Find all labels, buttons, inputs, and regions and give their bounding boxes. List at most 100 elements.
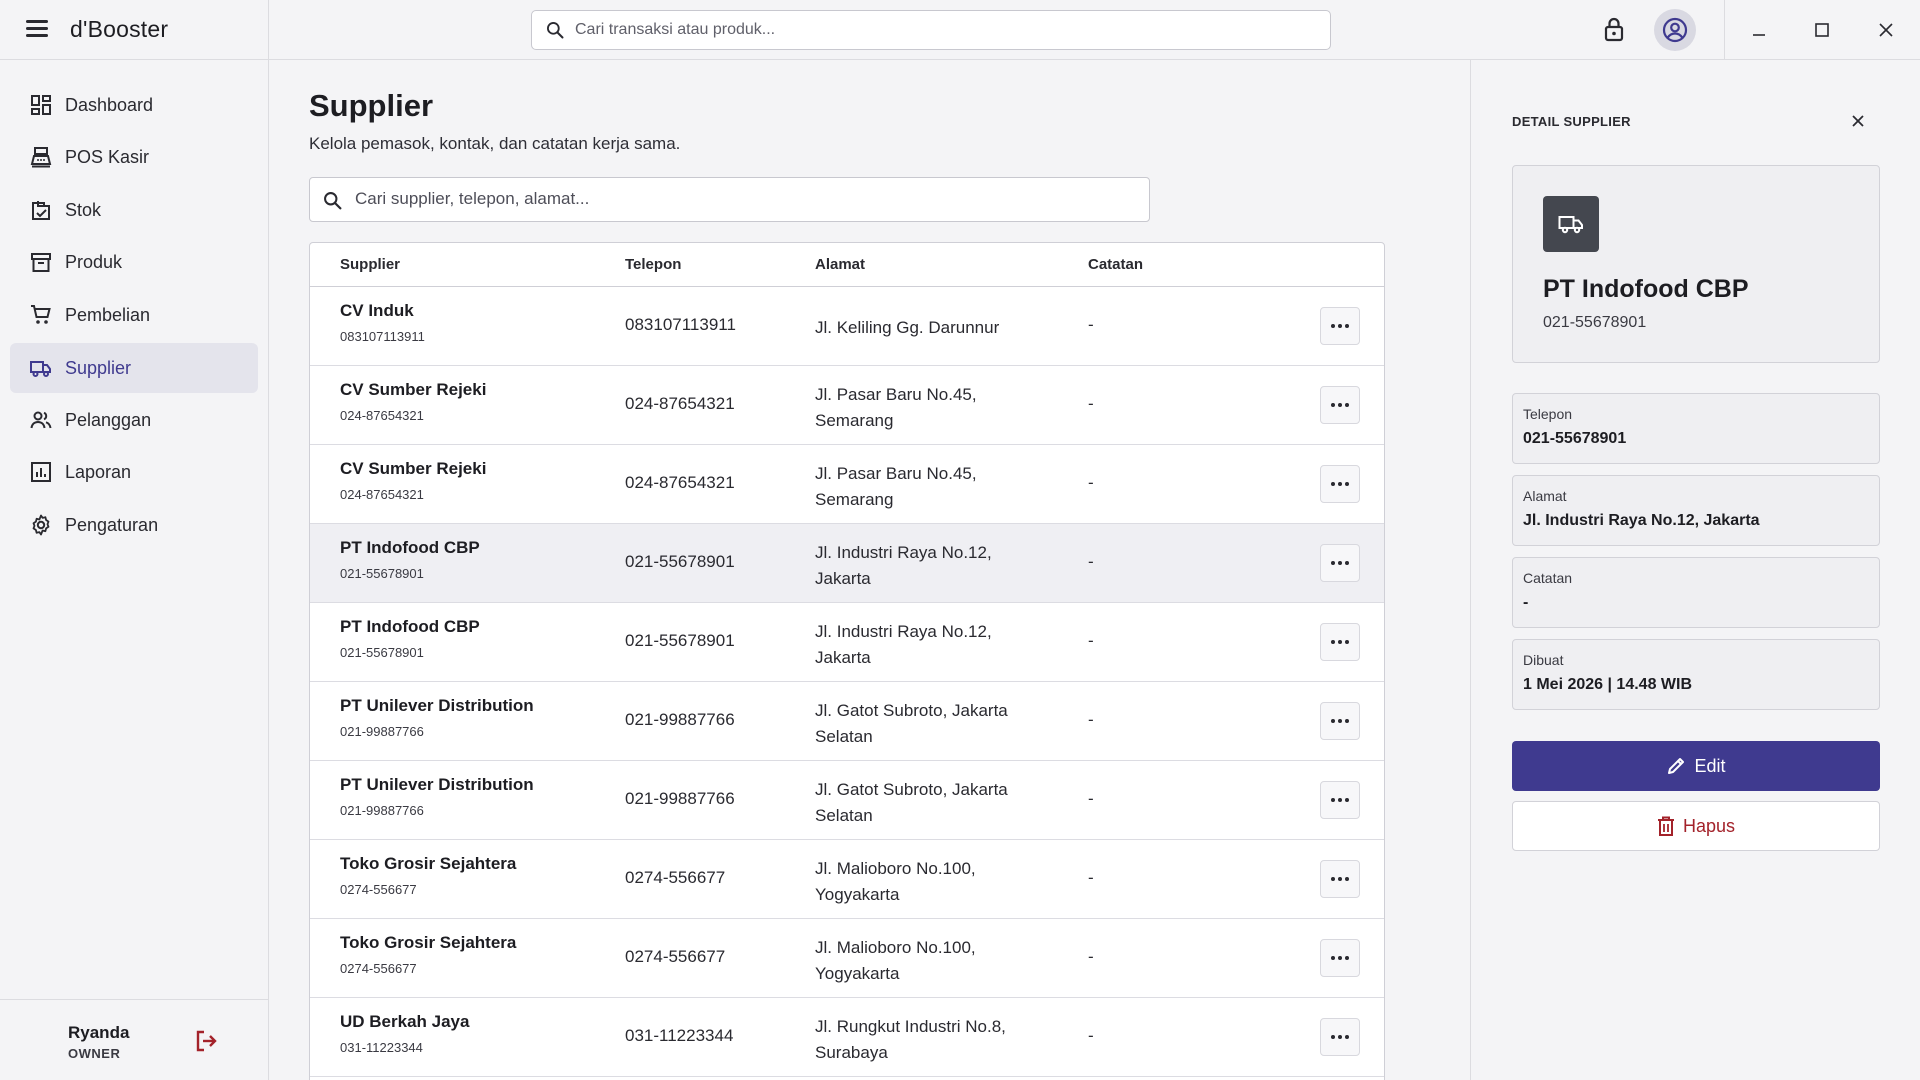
- row-more-button[interactable]: [1320, 1018, 1360, 1056]
- field-label: Alamat: [1523, 488, 1567, 504]
- supplier-address: Jl. Gatot Subroto, Jakarta Selatan: [815, 780, 1008, 825]
- sidebar-item-label: POS Kasir: [65, 147, 150, 167]
- sidebar-item-supplier[interactable]: Supplier: [10, 343, 258, 393]
- close-icon: [1879, 23, 1893, 37]
- supplier-note: -: [1088, 1026, 1094, 1045]
- detail-summary-card: PT Indofood CBP 021-55678901: [1512, 165, 1880, 363]
- supplier-phone: 0274-556677: [625, 868, 726, 887]
- supplier-phone-sub: 0274-556677: [340, 882, 417, 897]
- table-row[interactable]: Toko Grosir Sejahtera 0274-556677 0274-5…: [310, 919, 1384, 998]
- table-row[interactable]: CV Sumber Rejeki 024-87654321 024-876543…: [310, 445, 1384, 524]
- supplier-phone: 021-99887766: [625, 710, 735, 729]
- sidebar-item-label: Pengaturan: [65, 515, 159, 535]
- menu-icon[interactable]: [26, 20, 48, 38]
- supplier-address: Jl. Rungkut Industri No.8, Surabaya: [815, 1017, 1006, 1062]
- sidebar-user-area: Ryanda OWNER: [0, 999, 269, 1080]
- supplier-detail-panel: DETAIL SUPPLIER PT Indofood CBP 021-5567…: [1470, 60, 1920, 1080]
- brand-area: d'Booster: [0, 0, 269, 60]
- row-more-button[interactable]: [1320, 465, 1360, 503]
- supplier-address: Jl. Malioboro No.100, Yogyakarta: [815, 938, 976, 983]
- supplier-note: -: [1088, 315, 1094, 334]
- search-icon: [324, 192, 342, 210]
- maximize-button[interactable]: [1807, 15, 1837, 45]
- table-row[interactable]: UD Berkah Jaya 031-11223344 031-11223344…: [310, 998, 1384, 1077]
- cash-register-icon: [30, 147, 52, 168]
- sidebar-item-laporan[interactable]: Laporan: [10, 447, 258, 497]
- supplier-phone-sub: 024-87654321: [340, 408, 424, 423]
- global-search-box[interactable]: [531, 10, 1331, 50]
- supplier-phone-sub: 021-99887766: [340, 724, 424, 739]
- sidebar-item-pelanggan[interactable]: Pelanggan: [10, 395, 258, 445]
- supplier-phone: 021-99887766: [625, 789, 735, 808]
- sidebar-item-pengaturan[interactable]: Pengaturan: [10, 500, 258, 550]
- search-icon: [547, 22, 564, 39]
- supplier-address: Jl. Keliling Gg. Darunnur: [815, 318, 1000, 337]
- inventory-icon: [32, 201, 50, 220]
- row-more-button[interactable]: [1320, 939, 1360, 977]
- field-value: 021-55678901: [1523, 430, 1627, 447]
- table-row[interactable]: Toko Grosir Sejahtera 0274-556677 0274-5…: [310, 840, 1384, 919]
- detail-field-catatan: Catatan -: [1512, 557, 1880, 628]
- minimize-button[interactable]: [1744, 15, 1774, 45]
- supplier-phone-sub: 083107113911: [340, 329, 425, 344]
- supplier-address: Jl. Pasar Baru No.45, Semarang: [815, 464, 977, 509]
- table-row[interactable]: CV Sumber Rejeki 024-87654321 024-876543…: [310, 366, 1384, 445]
- table-row[interactable]: PT Indofood CBP 021-55678901 021-5567890…: [310, 603, 1384, 682]
- supplier-note: -: [1088, 552, 1094, 571]
- supplier-note: -: [1088, 789, 1094, 808]
- field-label: Catatan: [1523, 570, 1573, 586]
- window-controls-divider: [1724, 0, 1725, 60]
- truck-icon: [30, 361, 51, 377]
- supplier-name: CV Induk: [340, 301, 414, 320]
- edit-button[interactable]: Edit: [1512, 741, 1880, 791]
- supplier-phone-sub: 031-11223344: [340, 1040, 423, 1055]
- column-header-telepon: Telepon: [625, 256, 682, 273]
- sidebar-item-stok[interactable]: Stok: [10, 185, 258, 235]
- supplier-phone: 021-55678901: [625, 631, 735, 650]
- lock-icon: [1604, 17, 1624, 42]
- field-value: -: [1523, 594, 1529, 611]
- close-window-button[interactable]: [1871, 15, 1901, 45]
- supplier-name: PT Indofood CBP: [340, 538, 480, 557]
- supplier-name: UD Berkah Jaya: [340, 1012, 470, 1031]
- supplier-phone: 021-55678901: [625, 552, 735, 571]
- logout-icon: [196, 1030, 217, 1052]
- sidebar-item-label: Pembelian: [65, 305, 151, 325]
- global-search-input[interactable]: [575, 21, 1315, 39]
- field-label: Dibuat: [1523, 652, 1564, 668]
- row-more-button[interactable]: [1320, 702, 1360, 740]
- lock-button[interactable]: [1599, 14, 1629, 44]
- supplier-search-input[interactable]: [355, 189, 1135, 209]
- maximize-icon: [1815, 23, 1829, 37]
- table-row[interactable]: PT Unilever Distribution 021-99887766 02…: [310, 761, 1384, 840]
- row-more-button[interactable]: [1320, 781, 1360, 819]
- detail-field-alamat: Alamat Jl. Industri Raya No.12, Jakarta: [1512, 475, 1880, 546]
- table-row-selected[interactable]: PT Indofood CBP 021-55678901 021-5567890…: [310, 524, 1384, 603]
- detail-supplier-name: PT Indofood CBP: [1543, 275, 1749, 303]
- sidebar-item-pos-kasir[interactable]: POS Kasir: [10, 132, 258, 182]
- row-more-button[interactable]: [1320, 860, 1360, 898]
- row-more-button[interactable]: [1320, 386, 1360, 424]
- row-more-button[interactable]: [1320, 307, 1360, 345]
- row-more-button[interactable]: [1320, 623, 1360, 661]
- supplier-phone-sub: 021-55678901: [340, 566, 424, 581]
- column-header-alamat: Alamat: [815, 256, 866, 273]
- field-value: Jl. Industri Raya No.12, Jakarta: [1523, 512, 1760, 529]
- account-button[interactable]: [1654, 9, 1696, 51]
- delete-button[interactable]: Hapus: [1512, 801, 1880, 851]
- table-row[interactable]: PT Unilever Distribution 021-99887766 02…: [310, 682, 1384, 761]
- supplier-search-box[interactable]: [309, 177, 1150, 222]
- sidebar-item-dashboard[interactable]: Dashboard: [10, 80, 258, 130]
- supplier-name: PT Unilever Distribution: [340, 775, 534, 794]
- sidebar-item-label: Produk: [65, 252, 123, 272]
- supplier-phone: 083107113911: [625, 315, 736, 334]
- sidebar-item-produk[interactable]: Produk: [10, 237, 258, 287]
- detail-close-button[interactable]: [1849, 112, 1867, 130]
- column-header-supplier: Supplier: [340, 256, 401, 273]
- sidebar-item-pembelian[interactable]: Pembelian: [10, 290, 258, 340]
- table-row[interactable]: CV Induk 083107113911 083107113911 Jl. K…: [310, 287, 1384, 366]
- row-more-button[interactable]: [1320, 544, 1360, 582]
- logout-button[interactable]: [193, 1028, 219, 1054]
- supplier-phone-sub: 021-55678901: [340, 645, 424, 660]
- supplier-table: Supplier Telepon Alamat Catatan CV Induk…: [309, 242, 1385, 1080]
